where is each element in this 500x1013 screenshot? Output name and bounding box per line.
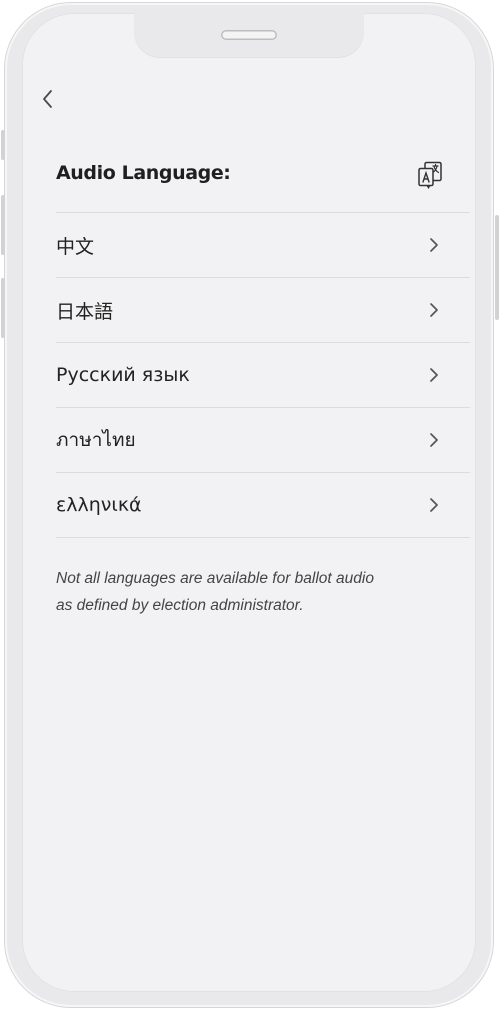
language-list: 中文 日本語 Русский язык ภาษาไทย ελληνικά bbox=[56, 212, 470, 538]
note-line: Not all languages are available for ball… bbox=[56, 570, 374, 587]
list-item[interactable]: ภาษาไทย bbox=[56, 408, 470, 473]
volume-up-button bbox=[1, 195, 5, 255]
notch bbox=[134, 13, 364, 57]
volume-down-button bbox=[1, 278, 5, 338]
chevron-right-icon bbox=[430, 368, 438, 382]
speaker-grille bbox=[221, 30, 277, 40]
power-button bbox=[495, 215, 499, 320]
chevron-right-icon bbox=[430, 498, 438, 512]
language-label: ภาษาไทย bbox=[56, 429, 136, 451]
chevron-left-icon bbox=[43, 90, 52, 108]
app-screen: Audio Language: 中文 日本語 Русский язык ภาษา… bbox=[22, 13, 476, 992]
page-title: Audio Language: bbox=[56, 162, 231, 184]
language-label: ελληνικά bbox=[56, 494, 142, 516]
language-label: Русский язык bbox=[56, 364, 190, 386]
mute-switch bbox=[1, 130, 5, 160]
chevron-right-icon bbox=[430, 433, 438, 447]
language-label: 日本語 bbox=[56, 300, 114, 323]
translate-icon bbox=[418, 161, 442, 189]
language-label: 中文 bbox=[56, 235, 95, 258]
back-button[interactable] bbox=[36, 87, 60, 111]
list-item[interactable]: 中文 bbox=[56, 213, 470, 278]
audio-availability-note: Not all languages are available for ball… bbox=[56, 565, 436, 619]
list-item[interactable]: ελληνικά bbox=[56, 473, 470, 538]
list-item[interactable]: Русский язык bbox=[56, 343, 470, 408]
translate-button[interactable] bbox=[416, 160, 446, 190]
chevron-right-icon bbox=[430, 303, 438, 317]
note-line: as defined by election administrator. bbox=[56, 597, 304, 614]
chevron-right-icon bbox=[430, 238, 438, 252]
list-item[interactable]: 日本語 bbox=[56, 278, 470, 343]
